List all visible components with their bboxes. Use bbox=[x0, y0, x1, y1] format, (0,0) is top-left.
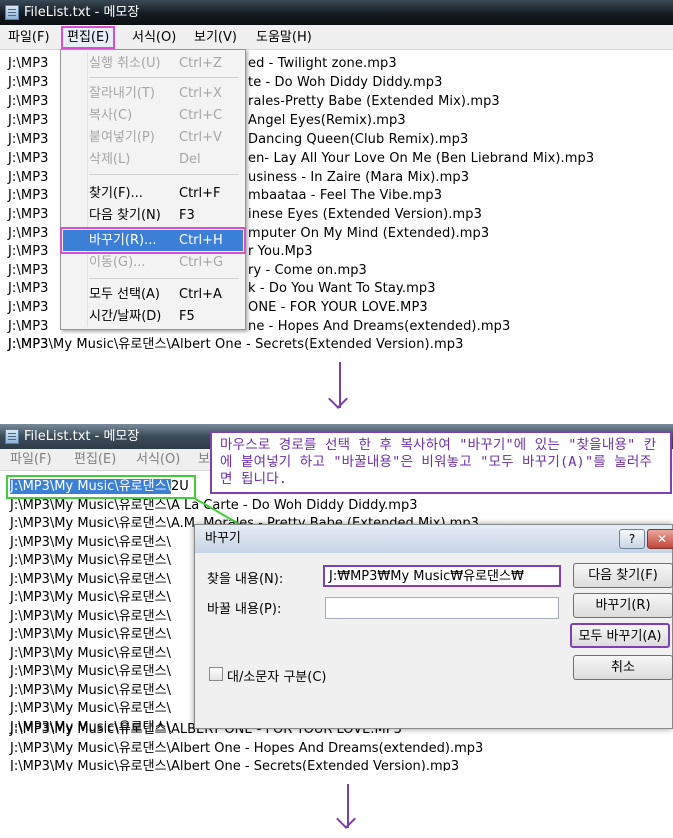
text-line-tail: r You.Mp3 bbox=[248, 244, 313, 259]
text-line: J:\MP3 bbox=[8, 170, 49, 185]
text-line: J:\MP3\My Music\유로댄스\ bbox=[10, 572, 171, 587]
menu-help[interactable]: 도움말(H) bbox=[252, 28, 316, 47]
text-line-tail: mbaataa - Feel The Vibe.mp3 bbox=[248, 188, 443, 203]
menu-separator bbox=[89, 77, 239, 78]
menu-file[interactable]: 파일(F) bbox=[6, 450, 56, 469]
text-line-tail: en- Lay All Your Love On Me (Ben Liebran… bbox=[248, 151, 595, 166]
window-title: FileList.txt - 메모장 bbox=[24, 429, 140, 444]
find-next-button[interactable]: 다음 찾기(F) bbox=[573, 563, 673, 588]
text-line: J:\MP3 bbox=[8, 319, 49, 334]
down-arrow-icon bbox=[328, 362, 352, 410]
replace-dialog: 바꾸기 ? ✕ 찾을 내용(N): J:₩MP3₩My Music₩유로댄스₩ … bbox=[194, 524, 673, 729]
replace-input[interactable] bbox=[325, 597, 559, 619]
title-bar: FileList.txt - 메모장 bbox=[0, 0, 673, 25]
text-line: J:\MP3\My Music\유로댄스\ bbox=[10, 646, 171, 661]
menu-item-undo[interactable]: 실행 취소(U) Ctrl+Z bbox=[63, 53, 243, 74]
text-line: J:\MP3 bbox=[8, 94, 49, 109]
text-line: J:\MP3\My Music\유로댄스\Albert One - Secret… bbox=[10, 759, 460, 771]
text-line: J:\MP3 bbox=[8, 151, 49, 166]
help-icon[interactable]: ? bbox=[619, 529, 645, 549]
text-line: J:\MP3\My Music\유로댄스\ bbox=[10, 590, 171, 605]
dialog-title-bar: 바꾸기 bbox=[195, 525, 672, 553]
match-case-checkbox[interactable] bbox=[209, 667, 223, 681]
text-line: J:\MP3\My Music\유로댄스\A La Carte - Do Woh… bbox=[10, 498, 418, 513]
menu-item-copy[interactable]: 복사(C) Ctrl+C bbox=[63, 105, 243, 126]
find-input[interactable]: J:₩MP3₩My Music₩유로댄스₩ bbox=[323, 565, 561, 587]
selection-highlight-box bbox=[6, 475, 196, 499]
find-label: 찾을 내용(N): bbox=[207, 572, 284, 587]
text-line: J:\MP3 bbox=[8, 300, 49, 315]
menu-edit[interactable]: 편집(E) bbox=[60, 26, 116, 49]
text-line: J:\MP3 bbox=[8, 226, 49, 241]
menu-item-find[interactable]: 찾기(F)... Ctrl+F bbox=[63, 183, 243, 204]
menu-item-time-date[interactable]: 시간/날짜(D) F5 bbox=[63, 306, 243, 327]
notepad-icon bbox=[5, 5, 19, 20]
text-line: J:\MP3\My Music\유로댄스\ bbox=[10, 664, 171, 679]
text-line: J:\MP3 bbox=[8, 132, 49, 147]
text-line-full: J:\MP3\My Music\유로댄스\Albert One - Secret… bbox=[8, 337, 464, 352]
menu-format[interactable]: 서식(O) bbox=[128, 28, 180, 47]
text-line-tail: mputer On My Mind (Extended).mp3 bbox=[248, 226, 490, 241]
menu-item-delete[interactable]: 삭제(L) Del bbox=[63, 149, 243, 170]
text-line-tail: ry - Come on.mp3 bbox=[248, 263, 367, 278]
text-line: J:\MP3 bbox=[8, 56, 49, 71]
menu-item-cut[interactable]: 잘라내기(T) Ctrl+X bbox=[63, 83, 243, 104]
replace-label: 바꿀 내용(P): bbox=[207, 602, 282, 617]
down-arrow-icon bbox=[336, 784, 360, 832]
menu-item-paste[interactable]: 붙여넣기(P) Ctrl+V bbox=[63, 127, 243, 148]
text-line-tail: Angel Eyes(Remix).mp3 bbox=[248, 113, 406, 128]
menu-bar: 파일(F) 편집(E) 서식(O) 보기(V) 도움말(H) bbox=[0, 25, 673, 50]
text-line: J:\MP3\My Music\유로댄스\ bbox=[10, 553, 171, 568]
menu-item-find-next[interactable]: 다음 찾기(N) F3 bbox=[63, 205, 243, 226]
edit-dropdown-menu: 실행 취소(U) Ctrl+Z 잘라내기(T) Ctrl+X 복사(C) Ctrl+C… bbox=[60, 49, 246, 330]
menu-separator bbox=[89, 174, 239, 175]
text-line-tail: te - Do Woh Diddy Diddy.mp3 bbox=[248, 75, 443, 90]
menu-item-goto[interactable]: 이동(G)... Ctrl+G bbox=[63, 252, 243, 273]
text-line-tail: rales-Pretty Babe (Extended Mix).mp3 bbox=[248, 94, 500, 109]
annotation-note: 마우스로 경로를 선택 한 후 복사하여 "바꾸기"에 있는 "찾을내용" 칸에… bbox=[210, 431, 672, 494]
text-line-tail: ne - Hopes And Dreams(extended).mp3 bbox=[248, 319, 511, 334]
cancel-button[interactable]: 취소 bbox=[573, 655, 673, 680]
text-line: J:\MP3 bbox=[8, 281, 49, 296]
text-line: J:\MP3 bbox=[8, 113, 49, 128]
text-line: J:\MP3\My Music\유로댄스\ bbox=[10, 701, 171, 716]
text-line: J:\MP3\My Music\유로댄스\ bbox=[10, 683, 171, 698]
text-line-tail: Dancing Queen(Club Remix).mp3 bbox=[248, 132, 469, 147]
text-line: J:\MP3\My Music\유로댄스\ bbox=[10, 609, 171, 624]
menu-format[interactable]: 서식(O) bbox=[132, 450, 184, 469]
text-line: J:\MP3 bbox=[8, 263, 49, 278]
text-line-tail: inese Eyes (Extended Version).mp3 bbox=[248, 207, 483, 222]
text-line: J:\MP3 bbox=[8, 188, 49, 203]
text-line: J:\MP3\My Music\유로댄스\ bbox=[10, 627, 171, 642]
replace-all-button[interactable]: 모두 바꾸기(A) bbox=[570, 623, 670, 648]
menu-item-replace[interactable]: 바꾸기(R)... Ctrl+H bbox=[60, 227, 246, 254]
text-line: J:\MP3 bbox=[8, 75, 49, 90]
dialog-title: 바꾸기 bbox=[205, 531, 241, 546]
menu-view[interactable]: 보기(V) bbox=[190, 28, 241, 47]
text-line: J:\MP3 bbox=[8, 244, 49, 259]
menu-file[interactable]: 파일(F) bbox=[4, 28, 54, 47]
notepad-window-edit-menu: FileList.txt - 메모장 파일(F) 편집(E) 서식(O) 보기(… bbox=[0, 0, 673, 357]
close-icon[interactable]: ✕ bbox=[647, 529, 673, 549]
text-line: J:\MP3 bbox=[8, 207, 49, 222]
text-line-tail: ed - Twilight zone.mp3 bbox=[248, 56, 397, 71]
text-line-tail: k - Do You Want To Stay.mp3 bbox=[248, 281, 436, 296]
match-case-label: 대/소문자 구분(C) bbox=[227, 670, 327, 685]
text-line: J:\MP3\My Music\유로댄스\Albert One - Hopes … bbox=[10, 741, 484, 756]
menu-separator bbox=[89, 278, 239, 279]
notepad-window-replace-dialog: FileList.txt - 메모장 파일(F) 편집(E) 서식(O) 보 J… bbox=[0, 424, 673, 771]
text-line-tail: ONE - FOR YOUR LOVE.MP3 bbox=[248, 300, 428, 315]
text-line-tail: usiness - In Zaire (Mara Mix).mp3 bbox=[248, 170, 470, 185]
text-line: J:\MP3\My Music\유로댄스\ bbox=[10, 535, 171, 550]
notepad-icon bbox=[5, 429, 19, 444]
menu-edit[interactable]: 편집(E) bbox=[70, 450, 120, 469]
replace-button[interactable]: 바꾸기(R) bbox=[573, 593, 673, 618]
window-title: FileList.txt - 메모장 bbox=[24, 5, 140, 20]
menu-item-select-all[interactable]: 모두 선택(A) Ctrl+A bbox=[63, 284, 243, 305]
